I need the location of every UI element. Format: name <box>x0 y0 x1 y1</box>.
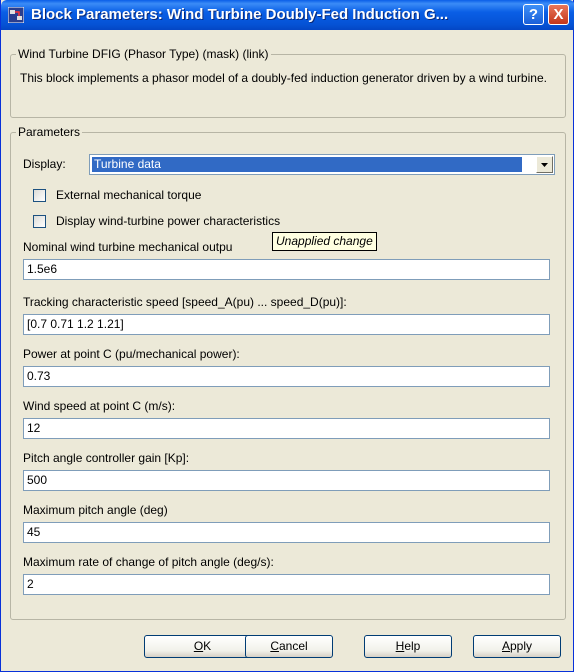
max-pitch-angle-label: Maximum pitch angle (deg) <box>23 503 168 517</box>
display-selected-value: Turbine data <box>92 157 522 172</box>
cancel-label-rest: ancel <box>278 639 308 653</box>
close-button[interactable]: X <box>548 4 569 25</box>
dropdown-arrow-button[interactable] <box>536 156 553 173</box>
ok-label-rest: K <box>203 639 212 653</box>
window-title: Block Parameters: Wind Turbine Doubly-Fe… <box>31 6 449 23</box>
nominal-power-label: Nominal wind turbine mechanical outpu <box>23 240 233 254</box>
display-power-characteristics-label: Display wind-turbine power characteristi… <box>56 214 281 228</box>
apply-mnemonic: A <box>501 639 510 653</box>
pitch-rate-input[interactable]: 2 <box>23 574 550 595</box>
pitch-gain-label: Pitch angle controller gain [Kp]: <box>23 451 190 465</box>
block-description: This block implements a phasor model of … <box>20 71 547 85</box>
tracking-speed-label: Tracking characteristic speed [speed_A(p… <box>23 295 347 309</box>
nominal-power-input[interactable]: 1.5e6 <box>23 259 550 280</box>
power-point-c-input[interactable]: 0.73 <box>23 366 550 387</box>
display-label: Display: <box>23 157 66 171</box>
ok-button[interactable]: OK <box>144 635 261 658</box>
parameters-group-legend: Parameters <box>16 125 83 139</box>
wind-speed-input[interactable]: 12 <box>23 418 550 439</box>
apply-button[interactable]: Apply <box>473 635 561 658</box>
title-help-button[interactable]: ? <box>523 4 544 25</box>
help-label-rest: elp <box>404 639 421 653</box>
pitch-gain-input[interactable]: 500 <box>23 470 550 491</box>
block-parameters-dialog: Block Parameters: Wind Turbine Doubly-Fe… <box>0 0 574 672</box>
tracking-speed-input[interactable]: [0.7 0.71 1.2 1.21] <box>23 314 550 335</box>
help-button[interactable]: Help <box>364 635 452 658</box>
cancel-button[interactable]: Cancel <box>245 635 333 658</box>
pitch-rate-label: Maximum rate of change of pitch angle (d… <box>23 555 274 569</box>
unapplied-change-tooltip: Unapplied change <box>272 232 377 251</box>
max-pitch-angle-input[interactable]: 45 <box>23 522 550 543</box>
apply-label-rest: pply <box>510 639 533 653</box>
simulink-block-icon <box>7 6 25 24</box>
cancel-mnemonic: C <box>270 639 279 653</box>
ok-mnemonic: O <box>193 639 204 653</box>
display-dropdown[interactable]: Turbine data <box>89 154 555 175</box>
description-group: Wind Turbine DFIG (Phasor Type) (mask) (… <box>10 47 566 118</box>
display-power-characteristics-checkbox[interactable] <box>33 215 46 228</box>
wind-speed-label: Wind speed at point C (m/s): <box>23 399 176 413</box>
external-torque-label: External mechanical torque <box>56 188 202 202</box>
description-group-legend: Wind Turbine DFIG (Phasor Type) (mask) (… <box>16 47 271 61</box>
chevron-down-icon <box>541 163 548 167</box>
title-bar[interactable]: Block Parameters: Wind Turbine Doubly-Fe… <box>1 0 574 30</box>
power-point-c-label: Power at point C (pu/mechanical power): <box>23 347 240 361</box>
external-torque-checkbox[interactable] <box>33 189 46 202</box>
